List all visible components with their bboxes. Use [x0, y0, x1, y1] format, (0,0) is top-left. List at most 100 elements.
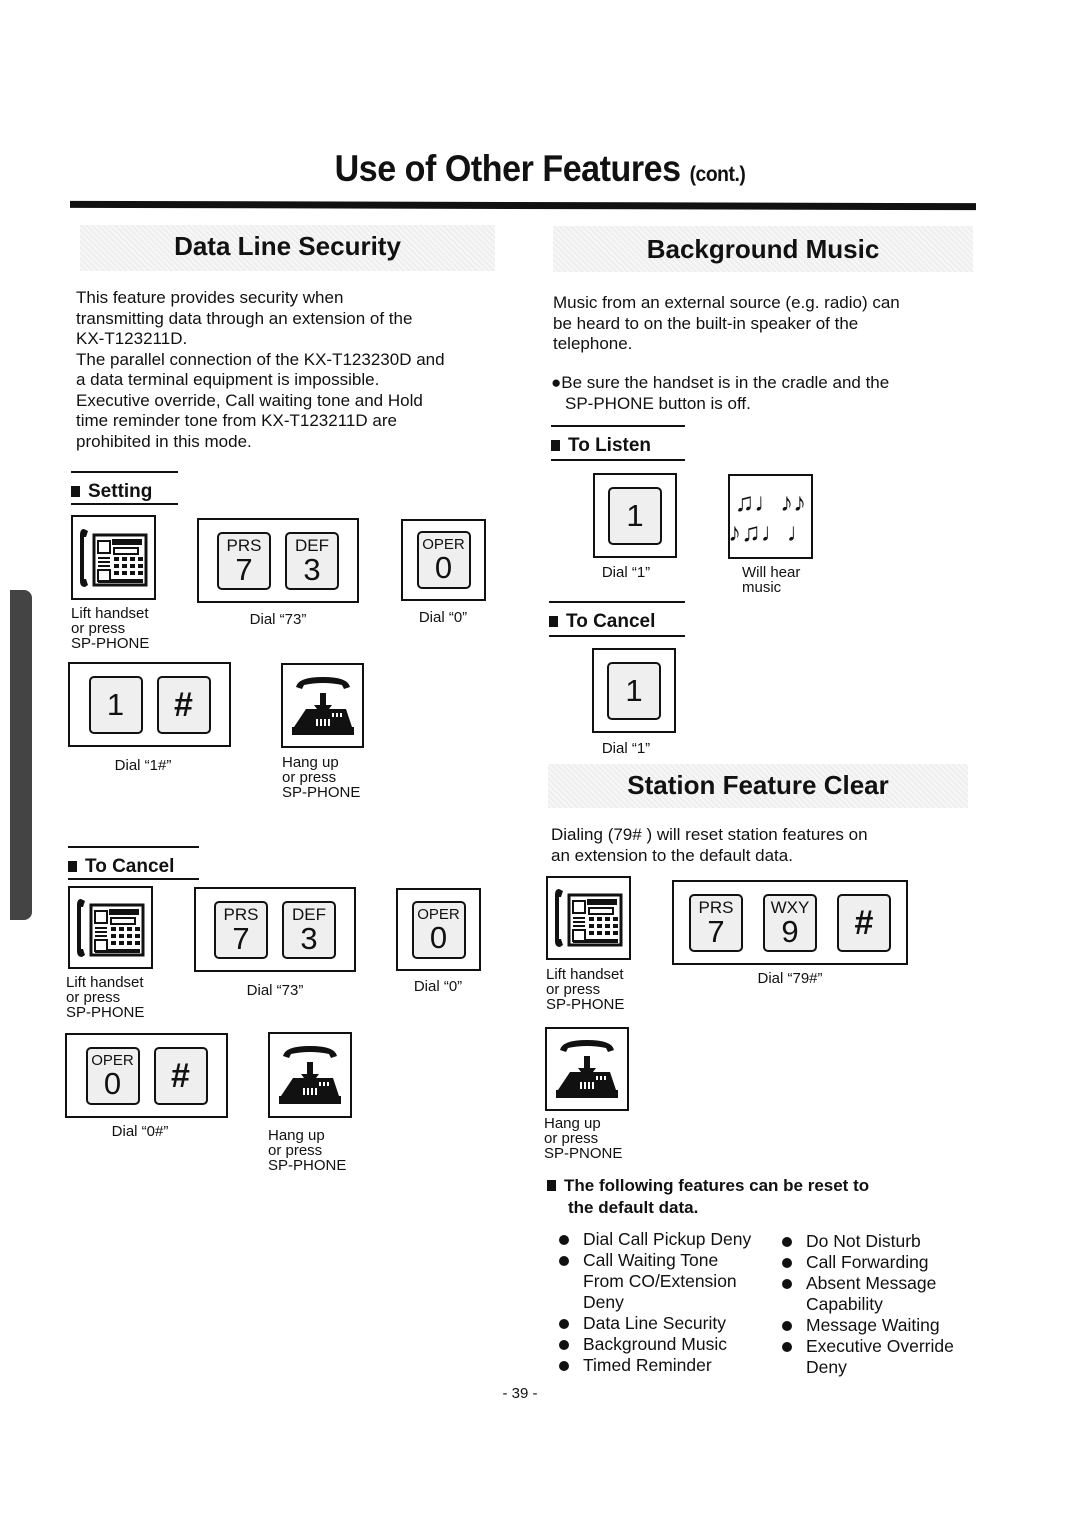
background-music-note: ●Be sure the handset is in the cradle an… [551, 373, 971, 414]
key-7[interactable]: PRS 7 [217, 531, 271, 590]
subheading-label: To Cancel [566, 611, 656, 632]
key-7[interactable]: PRS 7 [689, 893, 743, 952]
reset-heading-line: the default data. [568, 1198, 699, 1217]
key-digit: # [174, 685, 193, 724]
square-bullet-icon [547, 1180, 556, 1191]
feature-list-right: Do Not Disturb Call Forwarding Absent Me… [778, 1231, 998, 1378]
key-digit: 0 [429, 919, 448, 955]
background-music-description: Music from an external source (e.g. radi… [553, 293, 973, 355]
key-digit: 1 [626, 498, 644, 533]
caption-line: Will hear [742, 564, 801, 581]
key-digit: 7 [235, 551, 253, 587]
key-digit: # [854, 903, 874, 942]
keypad-dial-0: OPER 0 [396, 888, 481, 971]
key-digit: # [171, 1056, 190, 1095]
subheading-to-listen: To Listen [551, 425, 685, 461]
caption-line: SP-PHONE [546, 996, 625, 1013]
caption-line: Lift handset [66, 974, 144, 991]
note-line: ●Be sure the handset is in the cradle an… [551, 373, 890, 392]
feature-item: Call Forwarding [778, 1252, 998, 1273]
desc-line: transmitting data through an extension o… [76, 308, 413, 328]
key-1[interactable]: 1 [608, 486, 662, 545]
key-hash[interactable]: # [837, 893, 891, 952]
caption-line: SP-PHONE [268, 1157, 347, 1174]
subheading-underline [68, 878, 199, 880]
keypad-dial-1: 1 [592, 648, 676, 733]
step-caption: Will hear music [742, 565, 800, 595]
key-9[interactable]: WXY 9 [763, 893, 817, 952]
keypad-dial-73: PRS 7 DEF 3 [194, 887, 356, 972]
step-caption: Dial “79#” [757, 970, 823, 987]
subheading-underline [71, 503, 178, 505]
key-3[interactable]: DEF 3 [285, 531, 339, 590]
desc-line: Music from an external source (e.g. radi… [553, 293, 900, 312]
step-caption: Dial “0” [418, 609, 468, 626]
desc-line: This feature provides security when [76, 288, 344, 307]
key-digit: 1 [106, 687, 125, 722]
step-caption: Dial “73” [246, 982, 304, 999]
feature-item-continued: Deny [583, 1292, 624, 1312]
key-hash[interactable]: # [153, 1046, 208, 1105]
caption-line: SP-PHONE [282, 784, 361, 801]
feature-item: Executive Override [778, 1336, 998, 1357]
key-3[interactable]: DEF 3 [282, 900, 336, 959]
step-caption: Hang up or press SP-PHONE [282, 755, 360, 800]
step-caption: Dial “1#” [114, 757, 172, 774]
key-digit: 9 [781, 913, 799, 949]
desc-line: time reminder tone from KX-T123211D are [76, 411, 397, 430]
caption-line: or press [546, 981, 601, 998]
caption-line: Lift handset [71, 605, 149, 622]
subheading-to-cancel: To Cancel [549, 601, 685, 637]
key-0[interactable]: OPER 0 [85, 1046, 140, 1105]
step-caption: Hang up or press SP-PHONE [268, 1128, 346, 1173]
keypad-dial-0: OPER 0 [401, 519, 486, 601]
key-1[interactable]: 1 [607, 661, 661, 720]
key-digit: 3 [303, 551, 321, 587]
page-title-text: Use of Other Features [334, 148, 681, 189]
desc-line: be heard to on the built-in speaker of t… [553, 313, 859, 333]
keypad-dial-73: PRS 7 DEF 3 [197, 518, 359, 603]
step-caption: Lift handset or press SP-PHONE [71, 606, 149, 651]
step-caption: Lift handset or press SP-PHONE [66, 975, 144, 1020]
step-caption: Dial “0” [413, 978, 463, 995]
key-0[interactable]: OPER 0 [411, 900, 466, 959]
feature-item-continued: Deny [806, 1357, 847, 1377]
caption-line: or press [66, 989, 121, 1006]
key-letters: WXY [770, 897, 810, 917]
hang-up-icon [281, 663, 364, 748]
caption-line: or press [544, 1130, 599, 1147]
key-1[interactable]: 1 [88, 675, 143, 734]
desc-line: Dialing (79# ) will reset station featur… [551, 825, 868, 844]
step-caption: Hang up or press SP-PNONE [544, 1116, 622, 1161]
section-thumb-tab [10, 590, 32, 920]
step-caption: Dial “0#” [111, 1123, 169, 1140]
key-letters: DEF [295, 535, 329, 555]
feature-item: Timed Reminder [555, 1355, 785, 1376]
reset-heading-line: The following features can be reset to [564, 1176, 870, 1195]
caption-line: Hang up [282, 754, 339, 771]
feature-item: Absent Message [778, 1273, 998, 1294]
music-notes-row: ♫♩♪♪ [734, 486, 807, 517]
step-caption: Lift handset or press SP-PHONE [546, 967, 624, 1012]
key-7[interactable]: PRS 7 [214, 900, 268, 959]
subheading-label: Setting [88, 481, 153, 502]
feature-item-continued: From CO/Extension [583, 1271, 737, 1291]
keypad-dial-1-hash: 1 # [68, 662, 231, 747]
feature-item: Message Waiting [778, 1315, 998, 1336]
caption-line: Hang up [268, 1127, 325, 1144]
caption-line: or press [282, 769, 337, 786]
caption-line: Hang up [544, 1115, 601, 1132]
subheading-setting: Setting [71, 471, 178, 503]
key-letters: PRS [698, 897, 734, 917]
key-0[interactable]: OPER 0 [416, 531, 471, 589]
keypad-dial-79-hash: PRS 7 WXY 9 # [672, 880, 908, 965]
key-hash[interactable]: # [156, 675, 211, 734]
caption-line: or press [268, 1142, 323, 1159]
desc-line: telephone. [553, 334, 633, 353]
key-digit: 0 [434, 550, 453, 585]
key-digit: 7 [707, 913, 725, 949]
key-digit: 3 [300, 920, 318, 956]
desc-line: KX-T123211D. [76, 329, 188, 348]
desc-line: an extension to the default data. [551, 845, 793, 865]
key-letters: PRS [226, 535, 262, 555]
